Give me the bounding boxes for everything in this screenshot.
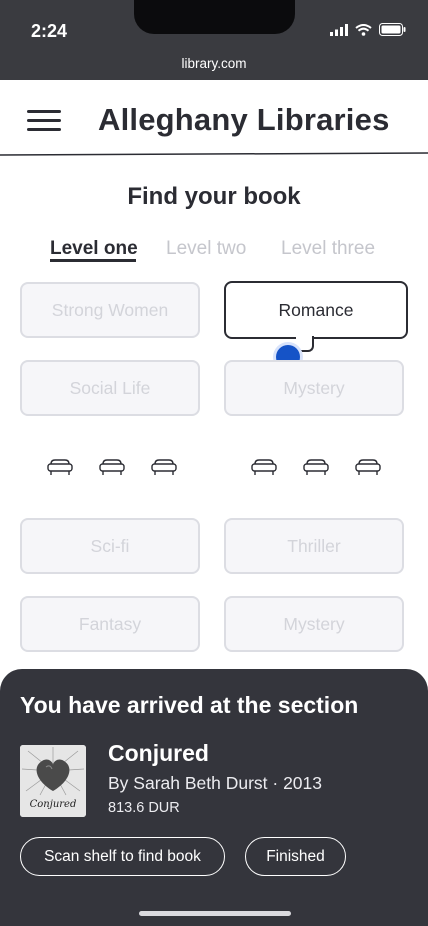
book-call-number: 813.6 DUR [108,800,180,816]
status-bar: 2:24 library.com [0,0,428,80]
book-cover-art: Conjured [20,745,86,817]
browser-url[interactable]: library.com [0,56,428,71]
home-indicator [139,911,291,916]
sofa-icon [303,459,329,475]
active-tab-underline [50,259,136,262]
genre-thriller[interactable]: Thriller [224,518,404,574]
wifi-icon [355,23,372,36]
genre-romance[interactable]: Romance [224,281,408,339]
page-title: Find your book [127,183,301,210]
genre-mystery[interactable]: Mystery [224,360,404,416]
finished-button[interactable]: Finished [245,837,346,876]
book-cover: Conjured [20,745,86,817]
sofa-icon [355,459,381,475]
arrival-title: You have arrived at the section [20,692,359,718]
scan-shelf-button[interactable]: Scan shelf to find book [20,837,225,876]
sofa-icon [47,459,73,475]
status-time: 2:24 [31,21,68,41]
genre-fantasy[interactable]: Fantasy [20,596,200,652]
genre-sci-fi[interactable]: Sci-fi [20,518,200,574]
sofa-icon [99,459,125,475]
book-title: Conjured [108,740,209,766]
status-icons [330,23,406,36]
app-title: Alleghany Libraries [98,102,390,137]
signal-icon [330,23,348,36]
tab-level-one[interactable]: Level one [50,238,138,260]
sofa-icon [151,459,177,475]
book-author-year: By Sarah Beth Durst · 2013 [108,773,322,793]
sofa-icon [251,459,277,475]
genre-strong-women[interactable]: Strong Women [20,282,200,338]
selection-pointer [296,336,314,352]
battery-icon [379,23,406,36]
tab-level-two[interactable]: Level two [166,238,246,260]
cover-title-text: Conjured [30,799,77,810]
genre-social-life[interactable]: Social Life [20,360,200,416]
hamburger-menu-icon[interactable] [27,110,61,132]
genre-mystery-2[interactable]: Mystery [224,596,404,652]
header-divider [0,152,428,156]
tab-level-three[interactable]: Level three [281,238,375,260]
device-notch [134,0,295,34]
